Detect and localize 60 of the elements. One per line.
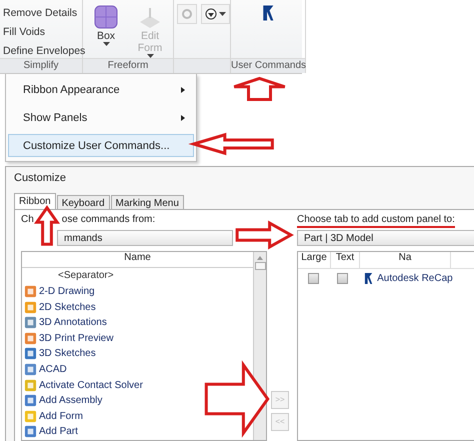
menu-item[interactable]: Show Panels [8, 106, 194, 130]
list-item[interactable]: 2-D Drawing [39, 286, 95, 298]
command-icon [24, 347, 37, 360]
list-item[interactable]: 3D Annotations [39, 317, 107, 328]
column-header: Text [331, 252, 360, 268]
caret-icon [102, 42, 110, 46]
list-item[interactable]: Add Part [39, 426, 78, 438]
list-item[interactable]: Add Form [39, 410, 83, 422]
list-item[interactable]: Autodesk ReCap [377, 272, 453, 284]
flag-icon [262, 4, 274, 22]
command-dropdown[interactable]: mmands [57, 230, 233, 246]
command-icon [24, 362, 37, 376]
command-icon [24, 378, 37, 392]
cube-icon [93, 4, 119, 30]
column-header: Na [360, 252, 451, 268]
panel-label: Freeform [83, 58, 173, 74]
tab[interactable]: Ribbon [14, 193, 56, 210]
right-arrow-icon [236, 222, 292, 248]
field-label: Ch [21, 214, 34, 228]
command-icon [24, 300, 37, 314]
down-circle-icon [205, 8, 217, 20]
list-item[interactable]: 2D Sketches [39, 302, 96, 313]
tab-dropdown[interactable]: Part | 3D Model [297, 230, 474, 246]
tab[interactable]: Marking Menu [110, 195, 184, 210]
toggle-button[interactable] [177, 4, 197, 24]
ribbon-command[interactable]: Remove Details [3, 7, 86, 19]
command-icon [24, 316, 37, 330]
ring-icon [181, 8, 193, 20]
list-item[interactable]: 3D Sketches [39, 348, 96, 360]
command-icon [24, 285, 37, 298]
ribbon-command[interactable]: Define Envelopes [3, 45, 86, 57]
right-arrow-icon [205, 362, 269, 436]
dropdown-button[interactable] [201, 4, 230, 24]
field-label: ose commands from: [62, 214, 156, 228]
panel-label: Simplify [0, 58, 82, 74]
list-item[interactable]: Add Assembly [39, 395, 102, 406]
checkbox[interactable] [308, 272, 319, 284]
list-item[interactable]: <Separator> [58, 270, 114, 282]
checkbox[interactable] [337, 272, 348, 284]
tab[interactable]: Keyboard [56, 195, 110, 210]
command-icon [24, 394, 37, 408]
list-item[interactable]: 3D Print Preview [39, 332, 114, 344]
flag-icon [364, 272, 374, 285]
list-item[interactable]: Activate Contact Solver [39, 380, 143, 391]
menu-item[interactable]: Ribbon Appearance [8, 78, 194, 102]
column-header: Name [22, 252, 253, 268]
ribbon-command[interactable]: Fill Voids [3, 26, 86, 38]
window-title: Customize [14, 171, 67, 186]
field-label: Choose tab to add custom panel to: [297, 214, 455, 228]
command-icon [24, 410, 37, 423]
ribbon-button[interactable]: Box [86, 4, 126, 58]
panel-label: User Commands [231, 58, 305, 74]
scroll-thumb[interactable] [254, 262, 266, 270]
command-icon [24, 332, 37, 345]
caret-icon [219, 12, 226, 16]
menu-item[interactable]: Customize User Commands... [8, 134, 194, 158]
up-arrow-icon [232, 78, 287, 100]
list-item[interactable]: ACAD [39, 364, 67, 375]
command-icon [24, 425, 37, 438]
column-header: Large [298, 252, 331, 268]
